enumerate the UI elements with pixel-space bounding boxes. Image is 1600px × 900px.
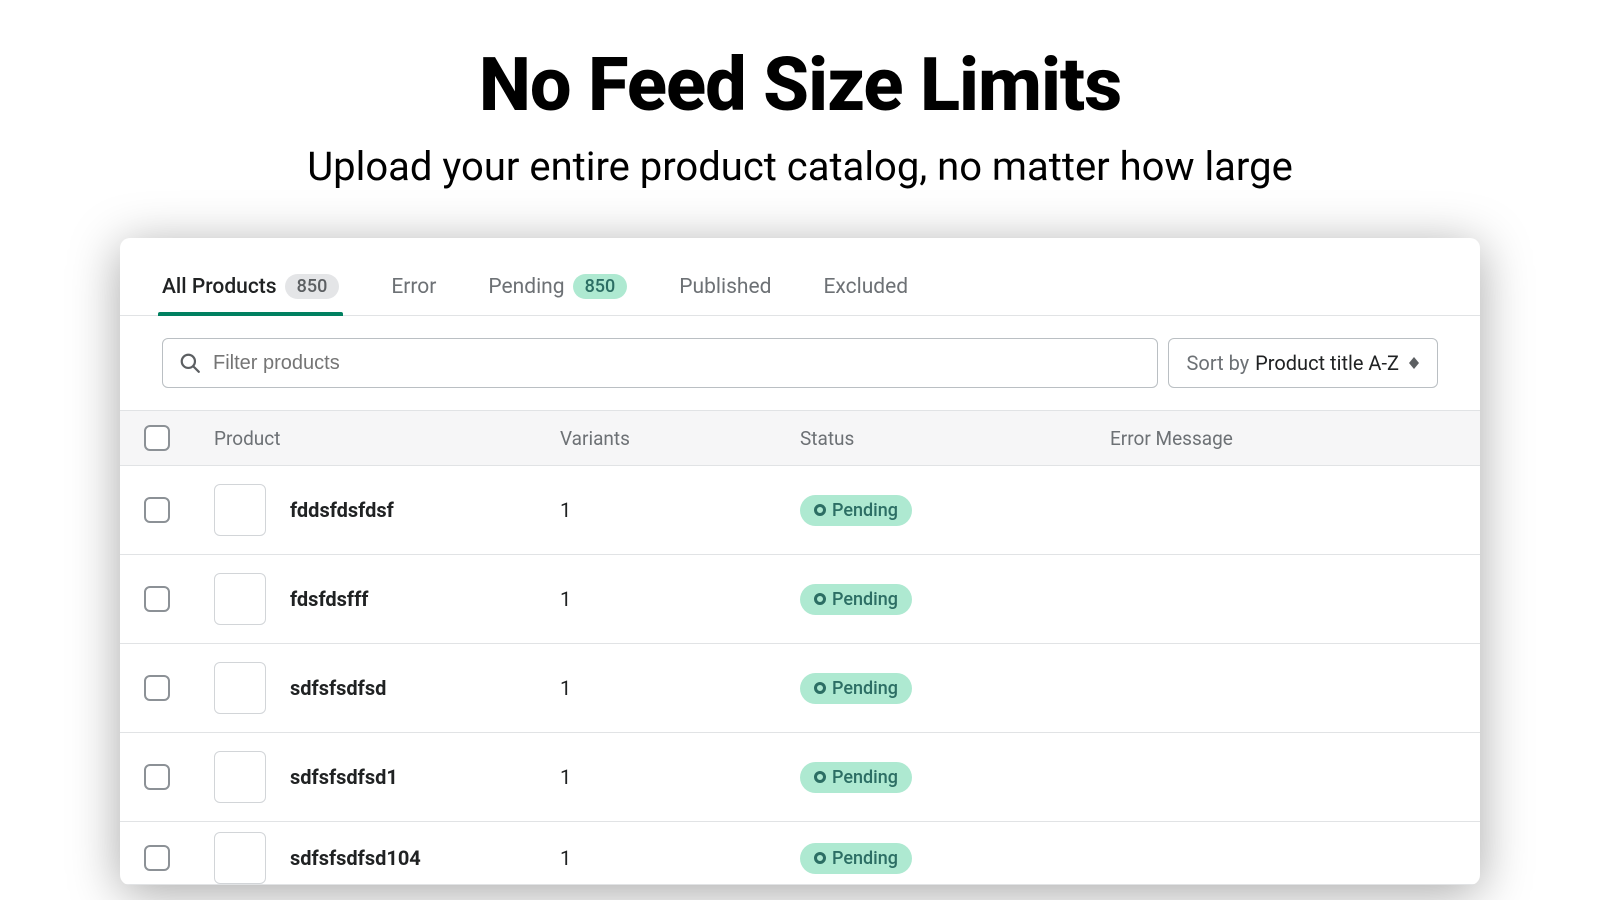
status-badge: Pending [800, 673, 912, 704]
product-name[interactable]: sdfsfsdfsd1 [290, 765, 398, 789]
status-dot-icon [814, 852, 826, 864]
tab-excluded[interactable]: Excluded [823, 275, 908, 315]
status-cell: Pending [800, 495, 1110, 526]
variants-cell: 1 [560, 846, 800, 870]
filter-row: Sort by Product title A-Z [120, 316, 1480, 410]
product-thumbnail [214, 662, 266, 714]
table-row: sdfsfsdfsd104 1Pending [120, 822, 1480, 885]
tab-label: Excluded [823, 275, 908, 299]
row-checkbox[interactable] [144, 845, 170, 871]
status-cell: Pending [800, 584, 1110, 615]
product-thumbnail [214, 751, 266, 803]
variants-cell: 1 [560, 498, 800, 522]
tab-count-badge: 850 [285, 274, 340, 299]
row-checkbox[interactable] [144, 764, 170, 790]
tab-published[interactable]: Published [679, 275, 771, 315]
table-row: sdfsfsdfsd 1Pending [120, 644, 1480, 733]
status-cell: Pending [800, 762, 1110, 793]
col-error: Error Message [1110, 427, 1456, 450]
tab-label: Error [391, 275, 436, 299]
search-box[interactable] [162, 338, 1158, 388]
tab-pending[interactable]: Pending 850 [488, 274, 627, 315]
tab-all-products[interactable]: All Products 850 [162, 274, 339, 315]
sort-arrows-icon [1409, 357, 1419, 369]
table-row: fdsfdsfff 1Pending [120, 555, 1480, 644]
tab-count-badge: 850 [573, 274, 628, 299]
tab-label: All Products [162, 275, 277, 299]
table-header: Product Variants Status Error Message [120, 410, 1480, 466]
product-thumbnail [214, 573, 266, 625]
status-dot-icon [814, 682, 826, 694]
col-variants: Variants [560, 427, 800, 450]
product-name[interactable]: sdfsfsdfsd [290, 676, 386, 700]
status-dot-icon [814, 593, 826, 605]
hero-title: No Feed Size Limits [0, 42, 1600, 129]
products-panel: All Products 850 Error Pending 850 Publi… [120, 238, 1480, 885]
product-cell: sdfsfsdfsd104 [214, 832, 560, 884]
status-dot-icon [814, 504, 826, 516]
variants-cell: 1 [560, 587, 800, 611]
status-badge: Pending [800, 495, 912, 526]
row-checkbox[interactable] [144, 675, 170, 701]
col-product: Product [214, 427, 560, 450]
search-input[interactable] [213, 352, 1141, 375]
product-cell: fdsfdsfff [214, 573, 560, 625]
variants-cell: 1 [560, 765, 800, 789]
sort-value: Product title A-Z [1255, 351, 1399, 375]
product-cell: sdfsfsdfsd [214, 662, 560, 714]
search-icon [179, 352, 201, 374]
product-thumbnail [214, 484, 266, 536]
row-checkbox[interactable] [144, 586, 170, 612]
status-badge: Pending [800, 762, 912, 793]
col-status: Status [800, 427, 1110, 450]
product-name[interactable]: fdsfdsfff [290, 587, 368, 611]
row-checkbox[interactable] [144, 497, 170, 523]
hero-subtitle: Upload your entire product catalog, no m… [0, 143, 1600, 190]
tab-label: Pending [488, 275, 564, 299]
select-all-checkbox[interactable] [144, 425, 170, 451]
product-name[interactable]: sdfsfsdfsd104 [290, 846, 421, 870]
product-cell: fddsfdsfdsf [214, 484, 560, 536]
table-row: sdfsfsdfsd1 1Pending [120, 733, 1480, 822]
hero: No Feed Size Limits Upload your entire p… [0, 0, 1600, 190]
sort-label: Sort by [1187, 351, 1250, 375]
product-name[interactable]: fddsfdsfdsf [290, 498, 394, 522]
tab-label: Published [679, 275, 771, 299]
status-cell: Pending [800, 673, 1110, 704]
table-row: fddsfdsfdsf 1Pending [120, 466, 1480, 555]
product-thumbnail [214, 832, 266, 884]
tabs: All Products 850 Error Pending 850 Publi… [120, 274, 1480, 316]
tab-error[interactable]: Error [391, 275, 436, 315]
status-badge: Pending [800, 584, 912, 615]
variants-cell: 1 [560, 676, 800, 700]
product-cell: sdfsfsdfsd1 [214, 751, 560, 803]
status-cell: Pending [800, 843, 1110, 874]
status-dot-icon [814, 771, 826, 783]
status-badge: Pending [800, 843, 912, 874]
sort-select[interactable]: Sort by Product title A-Z [1168, 338, 1438, 388]
